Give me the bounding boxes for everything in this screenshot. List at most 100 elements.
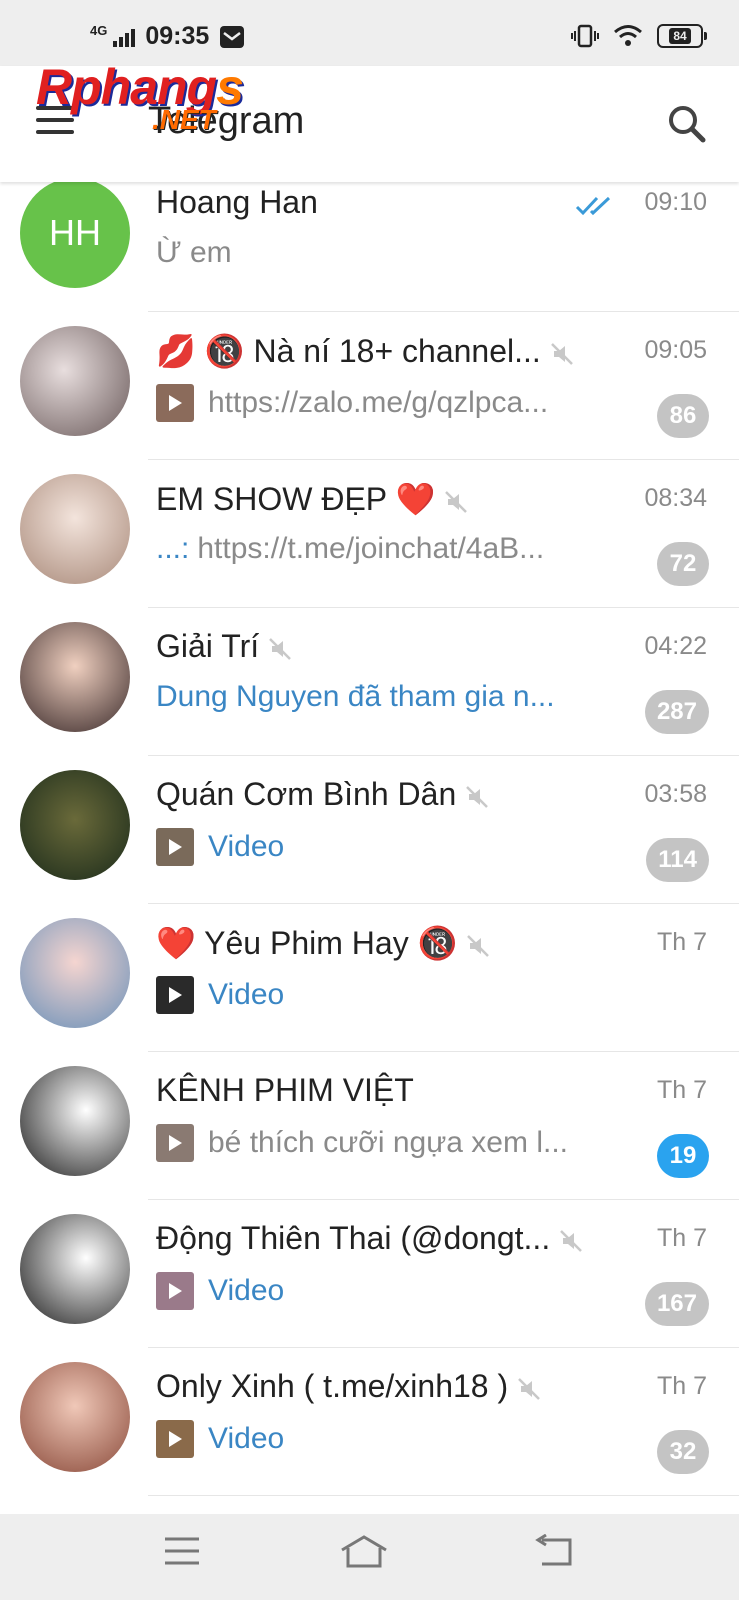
chat-time: 09:10 bbox=[644, 188, 707, 216]
play-icon bbox=[169, 1431, 182, 1447]
chat-name-text: EM SHOW ĐẸP ❤️ bbox=[156, 481, 436, 517]
unread-badge: 72 bbox=[657, 542, 709, 586]
chat-preview: Ừ em bbox=[156, 236, 232, 270]
unread-badge: 114 bbox=[646, 838, 709, 882]
search-icon bbox=[669, 106, 706, 143]
chat-row[interactable]: 💋 🔞 Nà ní 18+ channel... 09:05 https://zal… bbox=[0, 312, 739, 460]
play-icon bbox=[169, 395, 182, 411]
status-bar: 4G 09:35 84 bbox=[0, 0, 739, 66]
watermark-sub: .NET bbox=[152, 104, 216, 135]
chat-avatar[interactable] bbox=[20, 918, 130, 1028]
chat-name: 💋 🔞 Nà ní 18+ channel... bbox=[156, 332, 573, 370]
chat-name-text: 💋 🔞 Nà ní 18+ channel... bbox=[156, 333, 541, 369]
chat-row[interactable]: Only Xinh ( t.me/xinh18 ) Th 7 Video 32 bbox=[0, 1348, 739, 1496]
unread-badge: 19 bbox=[657, 1134, 709, 1178]
chat-name: Giải Trí bbox=[156, 628, 292, 665]
chat-avatar[interactable] bbox=[20, 326, 130, 436]
chat-name-text: Only Xinh ( t.me/xinh18 ) bbox=[156, 1368, 509, 1404]
hamburger-icon-line bbox=[36, 118, 74, 122]
chat-name-text: Động Thiên Thai (@dongt... bbox=[156, 1220, 551, 1256]
preview-text: Dung Nguyen đã tham gia n... bbox=[156, 680, 555, 713]
chat-row[interactable]: HH Hoang Han 09:10 Ừ em bbox=[0, 164, 739, 312]
unread-badge: 86 bbox=[657, 394, 709, 438]
menu-lines-icon bbox=[165, 1537, 199, 1565]
chat-time: Th 7 bbox=[656, 1224, 707, 1252]
chat-time: Th 7 bbox=[656, 1076, 707, 1104]
muted-icon bbox=[550, 342, 573, 365]
chat-preview: ...: https://t.me/joinchat/4aB... bbox=[156, 532, 544, 566]
chat-avatar[interactable] bbox=[20, 1066, 130, 1176]
battery-level: 84 bbox=[669, 28, 691, 44]
chat-name: Động Thiên Thai (@dongt... bbox=[156, 1220, 583, 1257]
chat-time: Th 7 bbox=[656, 1372, 707, 1400]
app-root: 4G 09:35 84 Telegram Rphangs .NET HH Hoa… bbox=[0, 0, 739, 1600]
search-button[interactable] bbox=[665, 102, 709, 146]
unread-badge: 167 bbox=[644, 1282, 709, 1326]
preview-text: Video bbox=[208, 1274, 285, 1307]
chat-name-text: Quán Cơm Bình Dân bbox=[156, 776, 457, 812]
unread-badge: 32 bbox=[657, 1430, 709, 1474]
vibrate-icon bbox=[571, 24, 599, 48]
chat-time: Th 7 bbox=[656, 928, 707, 956]
chat-row[interactable]: Giải Trí 04:22 Dung Nguyen đã tham gia n..… bbox=[0, 608, 739, 756]
system-nav-bar bbox=[0, 1514, 739, 1600]
preview-text: https://zalo.me/g/qzlpca... bbox=[208, 386, 549, 419]
chat-avatar[interactable] bbox=[20, 622, 130, 732]
chat-time: 09:05 bbox=[644, 336, 707, 364]
muted-icon bbox=[560, 1229, 583, 1252]
watermark-s: s bbox=[216, 59, 244, 115]
chat-preview: https://zalo.me/g/qzlpca... bbox=[156, 384, 548, 422]
status-left: 4G 09:35 bbox=[90, 22, 245, 51]
status-right: 84 bbox=[571, 24, 707, 48]
chat-row[interactable]: EM SHOW ĐẸP ❤️ 08:34...: https://t.me/join… bbox=[0, 460, 739, 608]
battery-indicator: 84 bbox=[657, 24, 707, 48]
signal-icon bbox=[113, 28, 136, 47]
chat-row[interactable]: ❤️ Yêu Phim Hay 🔞 Th 7 Video bbox=[0, 904, 739, 1052]
avatar-initials: HH bbox=[49, 212, 101, 253]
chat-avatar[interactable] bbox=[20, 474, 130, 584]
mail-icon bbox=[220, 25, 245, 48]
chat-avatar[interactable] bbox=[20, 1214, 130, 1324]
muted-icon bbox=[445, 490, 468, 513]
chat-name-text: Hoang Han bbox=[156, 184, 318, 220]
preview-text: https://t.me/joinchat/4aB... bbox=[197, 532, 545, 565]
chat-row[interactable]: KÊNH PHIM VIỆT Th 7 bé thích cưỡi ngựa xem… bbox=[0, 1052, 739, 1200]
play-icon bbox=[169, 839, 182, 855]
chat-name: Only Xinh ( t.me/xinh18 ) bbox=[156, 1368, 541, 1405]
media-thumbnail-icon bbox=[156, 1420, 194, 1458]
chat-name-text: Giải Trí bbox=[156, 628, 260, 664]
recent-apps-button[interactable] bbox=[162, 1534, 212, 1580]
chat-name: ❤️ Yêu Phim Hay 🔞 bbox=[156, 924, 490, 962]
chat-row[interactable]: Động Thiên Thai (@dongt... Th 7 Video 167 bbox=[0, 1200, 739, 1348]
read-receipt-icon bbox=[575, 196, 611, 216]
muted-icon bbox=[269, 637, 292, 660]
preview-sender: ...: bbox=[156, 532, 190, 565]
chat-avatar[interactable] bbox=[20, 770, 130, 880]
chat-name: KÊNH PHIM VIỆT bbox=[156, 1072, 414, 1109]
chat-name: EM SHOW ĐẸP ❤️ bbox=[156, 480, 468, 518]
home-button[interactable] bbox=[338, 1534, 388, 1580]
chat-name: Hoang Han bbox=[156, 184, 318, 221]
chat-row[interactable]: Quán Cơm Bình Dân 03:58 Video 114 bbox=[0, 756, 739, 904]
muted-icon bbox=[467, 934, 490, 957]
media-thumbnail-icon bbox=[156, 384, 194, 422]
network-type: 4G bbox=[90, 23, 108, 38]
chat-preview: Video bbox=[156, 828, 284, 866]
chat-preview: Video bbox=[156, 1420, 284, 1458]
chat-name: Quán Cơm Bình Dân bbox=[156, 776, 489, 813]
back-button[interactable] bbox=[532, 1533, 582, 1580]
chat-name-text: KÊNH PHIM VIỆT bbox=[156, 1072, 414, 1108]
chat-avatar[interactable]: HH bbox=[20, 178, 130, 288]
home-icon bbox=[341, 1535, 387, 1568]
unread-badge: 287 bbox=[644, 690, 709, 734]
chat-time: 03:58 bbox=[644, 780, 707, 808]
preview-text: Video bbox=[208, 1422, 285, 1455]
media-thumbnail-icon bbox=[156, 976, 194, 1014]
play-icon bbox=[169, 1135, 182, 1151]
muted-icon bbox=[518, 1377, 541, 1400]
chat-time: 04:22 bbox=[644, 632, 707, 660]
back-icon bbox=[535, 1533, 572, 1566]
chat-avatar[interactable] bbox=[20, 1362, 130, 1472]
chat-preview: Video bbox=[156, 1272, 284, 1310]
media-thumbnail-icon bbox=[156, 828, 194, 866]
